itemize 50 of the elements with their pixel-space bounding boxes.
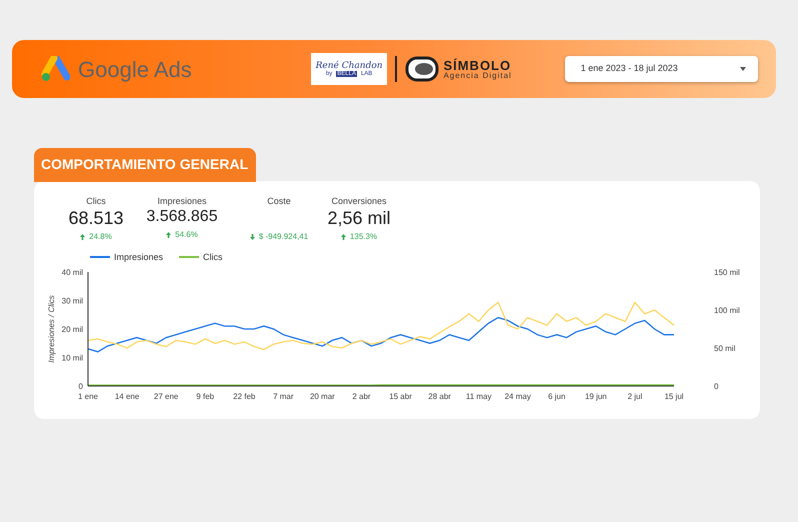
x-tick-label: 15 jul	[664, 392, 684, 401]
x-tick-label: 2 jul	[628, 392, 642, 401]
legend-label: Clics	[203, 250, 223, 264]
date-range-picker[interactable]: 1 ene 2023 - 18 jul 2023	[564, 56, 758, 82]
x-tick-label: 2 abr	[352, 392, 371, 401]
x-tick-label: 14 ene	[114, 392, 140, 401]
caret-icon	[740, 67, 746, 71]
right-axis-label: 0	[714, 382, 718, 391]
y-tick-label: 20 mil	[62, 325, 83, 334]
kpi-label: Coste	[267, 195, 291, 208]
ads-logo-icon	[40, 56, 70, 82]
x-tick-label: 19 jun	[584, 392, 607, 401]
kpi-change: 54.6%	[175, 228, 198, 240]
y-axis-title: Impresiones / Clics	[47, 295, 56, 363]
kpi-change: $ -949.924,41	[258, 230, 308, 242]
kpi-label: Conversiones	[331, 195, 387, 208]
x-tick-label: 24 may	[504, 392, 531, 401]
y-tick-label: 10 mil	[62, 354, 83, 362]
x-tick-label: 11 may	[466, 392, 492, 401]
legend-swatch	[90, 256, 110, 258]
x-tick-label: 9 feb	[196, 392, 214, 401]
agency-logo-icon	[405, 56, 440, 82]
legend-swatch	[179, 256, 200, 258]
agency-name: SÍMBOLO	[443, 58, 512, 72]
kpi-value: 68.513	[68, 208, 124, 226]
x-tick-label: 6 jun	[548, 392, 566, 401]
y-tick-label: 40 mil	[62, 268, 83, 277]
section-title: COMPORTAMIENTO GENERAL	[34, 148, 256, 182]
brand-name: Google Ads	[78, 56, 192, 84]
y-tick-label: 0	[78, 382, 83, 391]
partner-logo-name: René Chandon	[316, 62, 383, 70]
kpi-value: 3.568.865	[146, 208, 218, 224]
x-tick-label: 20 mar	[310, 392, 335, 401]
legend-label: Impresiones	[114, 250, 164, 264]
x-tick-label: 7 mar	[273, 392, 294, 401]
kpi-change: 24.8%	[89, 230, 112, 242]
x-tick-label: 28 abr	[428, 392, 451, 401]
x-tick-label: 22 feb	[233, 392, 256, 401]
kpi-label: Impresiones	[157, 195, 207, 208]
kpi-label: Clics	[86, 195, 106, 208]
kpi-change: 135.3%	[350, 230, 378, 242]
x-tick-label: 1 ene	[78, 392, 98, 401]
agency-tagline: Agencia Digital	[443, 72, 512, 80]
x-tick-label: 15 abr	[389, 392, 412, 401]
x-tick-label: 27 ene	[154, 392, 178, 401]
right-axis-label: 100 mil	[714, 306, 740, 315]
right-axis-label: 150 mil	[714, 268, 740, 277]
y-tick-label: 30 mil	[62, 296, 83, 306]
right-axis-label: 50 mil	[714, 344, 736, 353]
kpi-value: 2,56 mil	[327, 208, 391, 226]
